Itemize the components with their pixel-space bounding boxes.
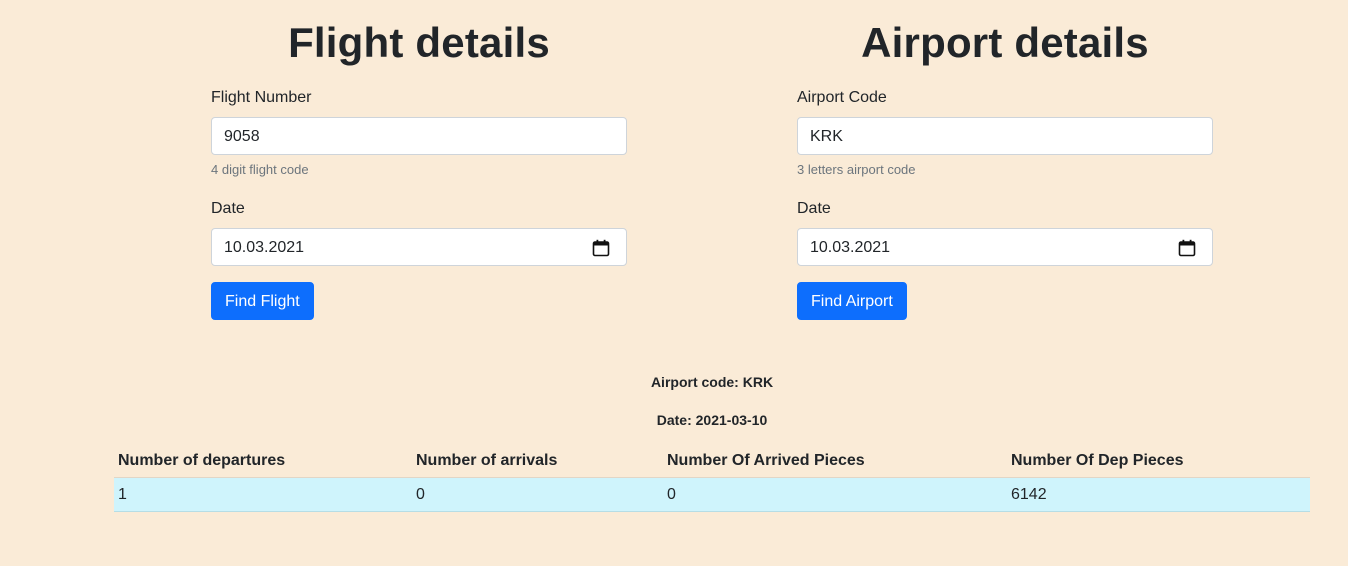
airport-code-value: KRK	[810, 128, 843, 145]
flight-date-input[interactable]: 10.03.2021	[211, 228, 627, 266]
airport-details-title: Airport details	[861, 19, 1149, 66]
find-airport-button[interactable]: Find Airport	[797, 282, 907, 320]
results-table: Number of departures Number of arrivals …	[114, 445, 1310, 512]
flight-number-value: 9058	[224, 128, 260, 145]
flight-details-title: Flight details	[288, 19, 550, 66]
cell-dep-pieces: 6142	[1007, 477, 1310, 512]
airport-date-value: 10.03.2021	[810, 239, 891, 256]
header-dep-pieces: Number Of Dep Pieces	[1007, 445, 1310, 478]
header-arrived-pieces: Number Of Arrived Pieces	[663, 445, 1007, 478]
find-flight-button[interactable]: Find Flight	[211, 282, 314, 320]
airport-date-label: Date	[797, 200, 831, 217]
date-summary: Date: 2021-03-10	[656, 412, 768, 428]
calendar-icon[interactable]	[592, 239, 610, 257]
flight-number-input[interactable]: 9058	[211, 117, 627, 155]
airport-code-label: Airport Code	[797, 89, 887, 106]
calendar-icon[interactable]	[1178, 239, 1196, 257]
header-arrivals: Number of arrivals	[412, 445, 663, 478]
airport-date-input[interactable]: 10.03.2021	[797, 228, 1213, 266]
cell-arrived-pieces: 0	[663, 477, 1007, 512]
flight-date-label: Date	[211, 200, 245, 217]
airport-code-input[interactable]: KRK	[797, 117, 1213, 155]
header-departures: Number of departures	[114, 445, 412, 478]
table-header-row: Number of departures Number of arrivals …	[114, 445, 1310, 478]
airport-code-help: 3 letters airport code	[797, 162, 916, 177]
flight-number-label: Flight Number	[211, 89, 312, 106]
flight-date-value: 10.03.2021	[224, 239, 305, 256]
cell-arrivals: 0	[412, 477, 663, 512]
table-row: 1 0 0 6142	[114, 477, 1310, 512]
cell-departures: 1	[114, 477, 412, 512]
flight-number-help: 4 digit flight code	[211, 162, 309, 177]
airport-code-summary: Airport code: KRK	[650, 374, 774, 390]
